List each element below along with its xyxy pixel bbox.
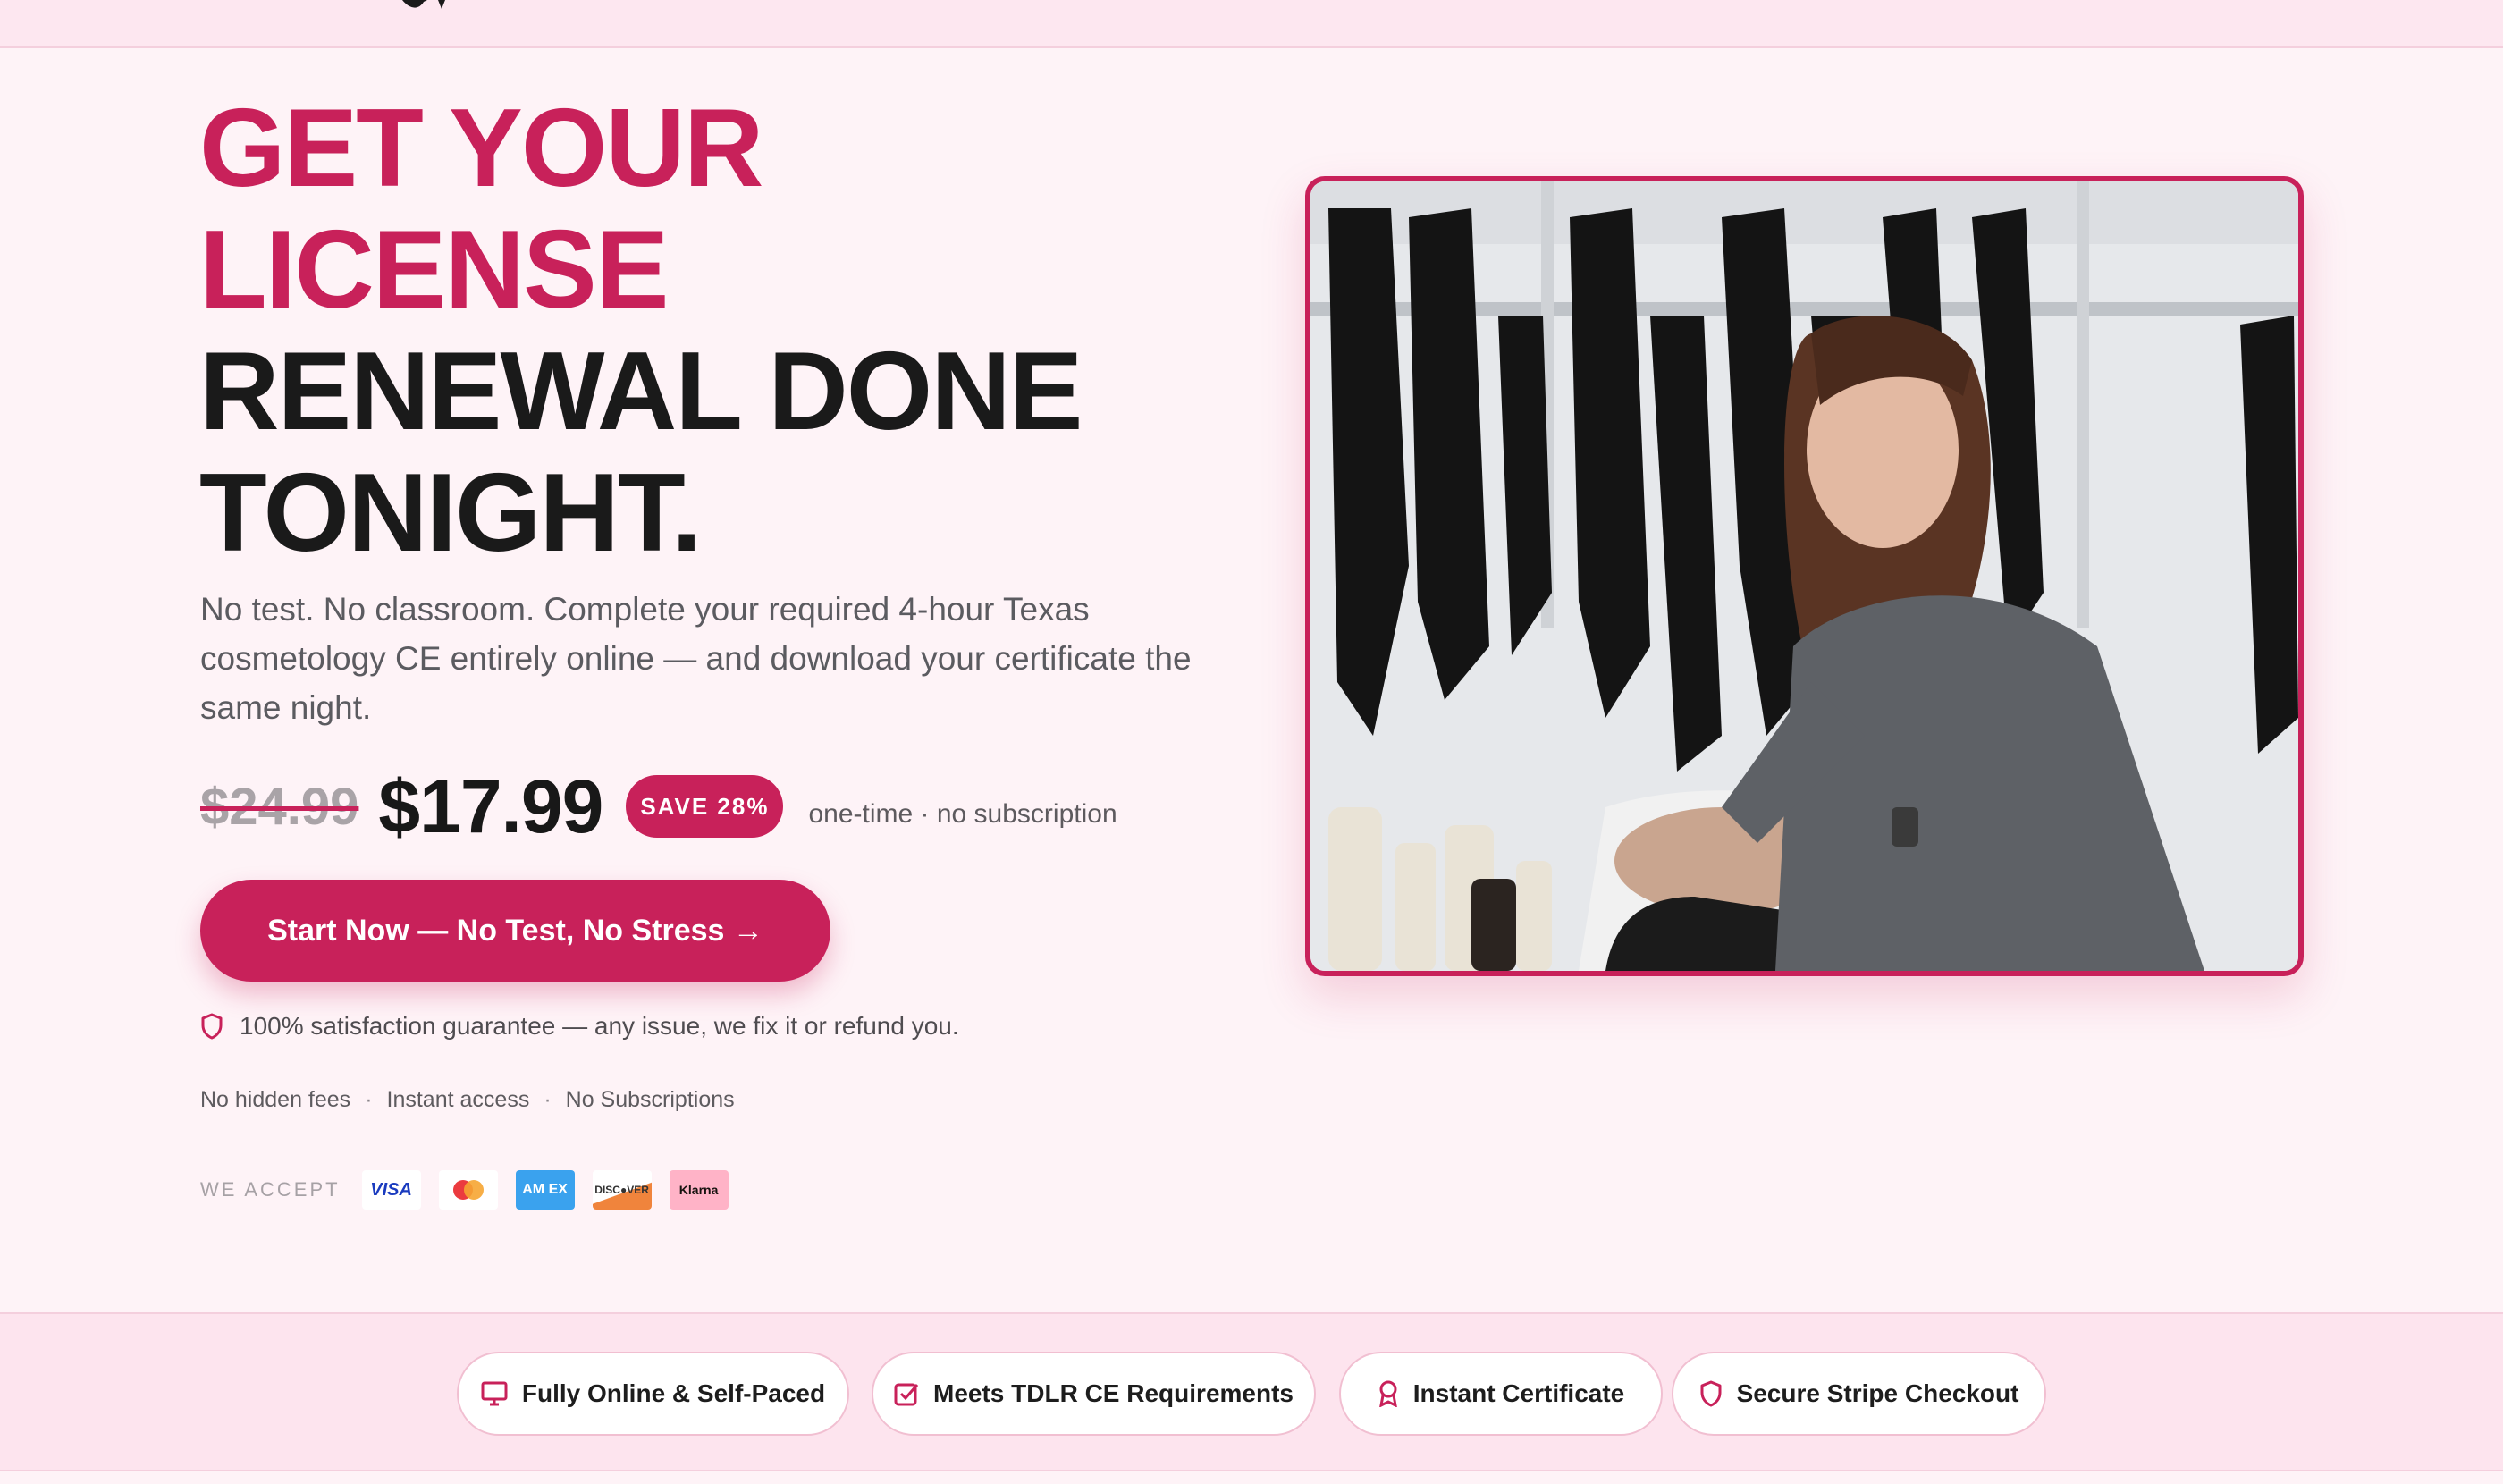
discover-icon: DISC●VER — [592, 1170, 652, 1210]
feature-no-hidden-fees: No hidden fees — [200, 1087, 351, 1112]
accepted-payments: WE ACCEPT VISA AM EX DISC●VER Klarna — [200, 1169, 746, 1210]
amex-icon: AM EX — [515, 1170, 575, 1210]
hero-subtext: No test. No classroom. Complete your req… — [200, 591, 1192, 726]
mastercard-icon — [438, 1170, 498, 1210]
badge-label: Meets TDLR CE Requirements — [933, 1379, 1294, 1407]
old-price: $24.99 — [200, 777, 359, 836]
shield-icon — [201, 1013, 223, 1040]
headline-dark-line-2: TONIGHT. — [199, 451, 702, 575]
features-line: No hidden fees · Instant access · No Sub… — [200, 1087, 735, 1113]
price-note: one-time · no subscription — [808, 799, 1117, 829]
badge-label: Instant Certificate — [1412, 1379, 1625, 1407]
badge-label: Fully Online & Self-Paced — [521, 1379, 826, 1407]
klarna-icon: Klarna — [669, 1170, 729, 1210]
award-icon — [1378, 1380, 1397, 1407]
hero-headline: GET YOUR LICENSE RENEWAL DONE TONIGHT. — [199, 88, 1183, 574]
feature-instant-access: Instant access — [386, 1087, 530, 1112]
current-price: $17.99 — [378, 763, 603, 848]
headline-accent-line-1: GET YOUR — [199, 87, 763, 210]
badge-secure-checkout: Secure Stripe Checkout — [1672, 1352, 2046, 1436]
badge-tdlr-requirements: Meets TDLR CE Requirements — [872, 1352, 1316, 1436]
badge-label: Secure Stripe Checkout — [1736, 1379, 2019, 1407]
trust-badges-bar: Fully Online & Self-Paced Meets TDLR CE … — [0, 1312, 2503, 1471]
guarantee-line: 100% satisfaction guarantee — any issue,… — [200, 1012, 959, 1041]
visa-icon: VISA — [361, 1170, 421, 1210]
feature-no-subscriptions: No Subscriptions — [565, 1087, 735, 1112]
feature-separator: · — [365, 1087, 373, 1112]
save-badge: SAVE 28% — [626, 775, 784, 838]
hero-section: GET YOUR LICENSE RENEWAL DONE TONIGHT. N… — [0, 48, 2503, 1312]
monitor-icon — [481, 1381, 508, 1406]
price-row: $24.99 $17.99 SAVE 28% one-time · no sub… — [200, 762, 1117, 851]
guarantee-text: 100% satisfaction guarantee — any issue,… — [240, 1012, 959, 1040]
shield-icon — [1700, 1380, 1722, 1407]
headline-accent-line-2: LICENSE — [199, 208, 669, 332]
logo-icon[interactable] — [402, 0, 447, 11]
top-nav-bar — [0, 0, 2503, 48]
checklist-icon — [894, 1383, 919, 1406]
start-now-button[interactable]: Start Now — No Test, No Stress → — [200, 880, 830, 982]
salon-photo-illustration — [1310, 181, 2298, 971]
badge-fully-online: Fully Online & Self-Paced — [457, 1352, 849, 1436]
headline-dark-line-1: RENEWAL DONE — [199, 330, 1083, 453]
we-accept-label: WE ACCEPT — [200, 1178, 341, 1201]
hero-photo — [1305, 176, 2304, 976]
feature-separator: · — [544, 1087, 552, 1112]
badge-instant-certificate: Instant Certificate — [1339, 1352, 1663, 1436]
